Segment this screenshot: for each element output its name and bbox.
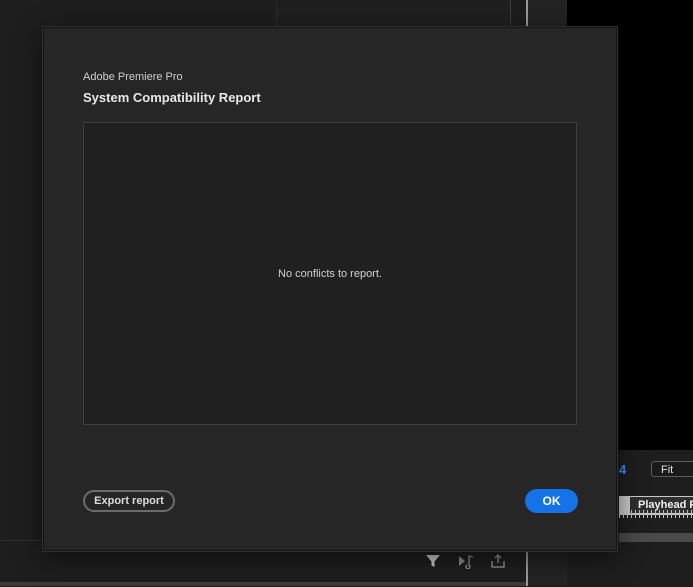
horizontal-scrollbar[interactable] [0,582,526,586]
panel-divider [510,0,511,30]
monitor-scrollbar[interactable] [619,533,693,542]
zoom-level-select[interactable]: Fit [651,461,693,477]
ok-button[interactable]: OK [525,489,578,513]
playhead-timecode[interactable]: 4 [619,462,626,477]
report-area: No conflicts to report. [83,122,577,425]
export-frame-icon[interactable] [489,552,507,570]
dialog-title: System Compatibility Report [83,90,261,105]
play-to-marker-icon[interactable] [457,552,475,570]
export-report-button[interactable]: Export report [83,490,175,512]
time-ruler[interactable] [619,510,693,518]
dialog-app-name: Adobe Premiere Pro [83,71,183,83]
filter-icon[interactable] [424,552,442,570]
report-message: No conflicts to report. [278,267,382,280]
compatibility-report-dialog: Adobe Premiere Pro System Compatibility … [43,27,617,551]
